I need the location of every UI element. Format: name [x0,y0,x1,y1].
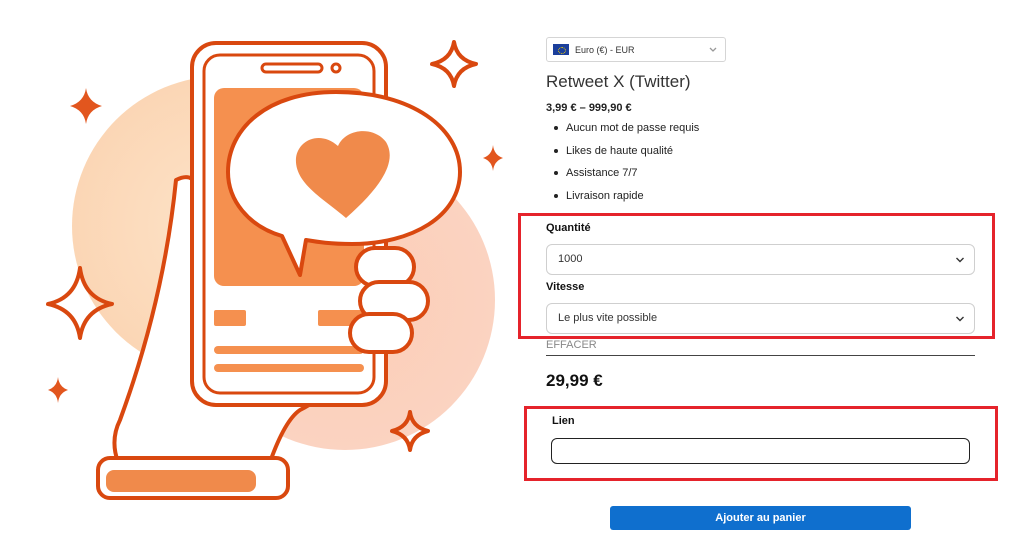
feature-item: Aucun mot de passe requis [553,121,699,144]
chevron-down-icon [956,316,964,322]
feature-item: Livraison rapide [553,189,699,212]
speed-label: Vitesse [546,281,585,293]
total-price: 29,99 € [546,371,603,390]
product-illustration [46,40,503,500]
product-title: Retweet X (Twitter) [546,72,691,91]
add-to-cart-button[interactable]: Ajouter au panier [610,506,911,530]
currency-selector[interactable]: Euro (€) - EUR [546,37,726,62]
feature-item: Likes de haute qualité [553,144,699,167]
divider [546,355,975,356]
speed-select[interactable]: Le plus vite possible [546,303,975,334]
currency-label: Euro (€) - EUR [575,44,635,55]
eu-flag-icon [553,44,569,55]
speed-value: Le plus vite possible [558,312,658,324]
feature-item: Assistance 7/7 [553,166,699,189]
quantity-select[interactable]: 1000 [546,244,975,275]
link-label: Lien [552,415,575,427]
chevron-down-icon [956,257,964,263]
feature-list: Aucun mot de passe requis Likes de haute… [553,121,699,212]
quantity-label: Quantité [546,222,591,234]
chevron-down-icon [709,47,717,52]
quantity-value: 1000 [558,253,583,265]
price-range: 3,99 € – 999,90 € [546,102,632,114]
link-input[interactable] [551,438,970,464]
clear-options-link[interactable]: EFFACER [546,339,597,351]
